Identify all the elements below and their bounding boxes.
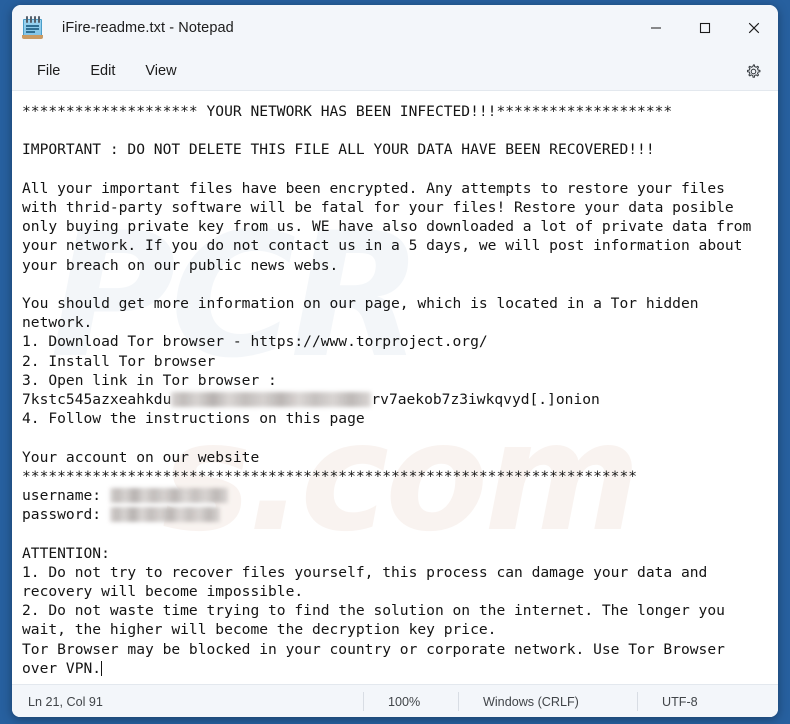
status-cursor-position[interactable]: Ln 21, Col 91	[28, 685, 103, 717]
status-divider-2	[458, 692, 459, 711]
note-line-banner-divider: ****************************************…	[22, 467, 638, 485]
note-warning-1: 1. Do not try to recover files yourself,…	[22, 563, 717, 601]
window-title: iFire-readme.txt - Notepad	[62, 20, 234, 36]
status-encoding[interactable]: UTF-8	[662, 685, 698, 717]
status-line-ending[interactable]: Windows (CRLF)	[483, 685, 579, 717]
username-label: username:	[22, 487, 110, 505]
notepad-window: iFire-readme.txt - Notepad File Edit Vie…	[12, 5, 778, 717]
username-value-redacted	[109, 488, 228, 504]
onion-address-prefix: 7kstc545azxeahkdu	[22, 391, 172, 409]
text-caret	[101, 660, 103, 676]
menu-item-view[interactable]: View	[134, 58, 187, 84]
note-paragraph-tor-intro: You should get more information on our p…	[22, 295, 708, 332]
notepad-icon	[22, 16, 44, 40]
window-controls	[631, 5, 778, 51]
password-value-redacted	[109, 507, 220, 523]
status-divider-3	[637, 692, 638, 711]
desktop-background: iFire-readme.txt - Notepad File Edit Vie…	[0, 0, 790, 724]
title-bar[interactable]: iFire-readme.txt - Notepad	[12, 5, 778, 51]
status-divider-1	[363, 692, 364, 711]
note-line-banner-top: ******************** YOUR NETWORK HAS BE…	[22, 103, 673, 120]
credential-username-line: username:	[22, 487, 228, 504]
gear-icon[interactable]	[738, 56, 768, 86]
maximize-button[interactable]	[680, 5, 729, 51]
note-step-3-open-link: 3. Open link in Tor browser :	[22, 371, 277, 389]
minimize-button[interactable]	[631, 5, 680, 51]
note-line-important: IMPORTANT : DO NOT DELETE THIS FILE ALL …	[22, 141, 655, 159]
status-bar: Ln 21, Col 91 100% Windows (CRLF) UTF-8	[12, 684, 778, 717]
status-zoom-level[interactable]: 100%	[388, 685, 420, 717]
note-warning-2: 2. Do not waste time trying to find the …	[22, 602, 734, 639]
text-editor-area[interactable]: PCR s.com ******************** YOUR NETW…	[12, 91, 778, 684]
menu-item-file[interactable]: File	[26, 58, 71, 84]
onion-address-line: 7kstc545azxeahkdu rv7aekob7z3iwkqvyd[.]on…	[22, 391, 600, 408]
password-label: password:	[22, 506, 110, 524]
note-step-2-install-tor: 2. Install Tor browser	[22, 352, 216, 370]
ransom-note-text[interactable]: ******************** YOUR NETWORK HAS BE…	[12, 91, 778, 678]
note-step-4-follow-instructions: 4. Follow the instructions on this page	[22, 410, 365, 428]
note-step-1-download-tor: 1. Download Tor browser - https://www.to…	[22, 333, 488, 351]
menu-bar: File Edit View	[12, 51, 778, 91]
note-paragraph-encrypted: All your important files have been encry…	[22, 179, 761, 274]
credential-password-line: password:	[22, 506, 220, 523]
note-line-account-heading: Your account on our website	[22, 448, 260, 466]
note-line-attention-heading: ATTENTION:	[22, 544, 110, 562]
onion-address-suffix: rv7aekob7z3iwkqvyd[.]onion	[371, 391, 600, 409]
close-button[interactable]	[729, 5, 778, 51]
menu-item-edit[interactable]: Edit	[79, 58, 126, 84]
onion-address-redacted	[171, 392, 372, 408]
note-warning-vpn: Tor Browser may be blocked in your count…	[22, 640, 734, 677]
